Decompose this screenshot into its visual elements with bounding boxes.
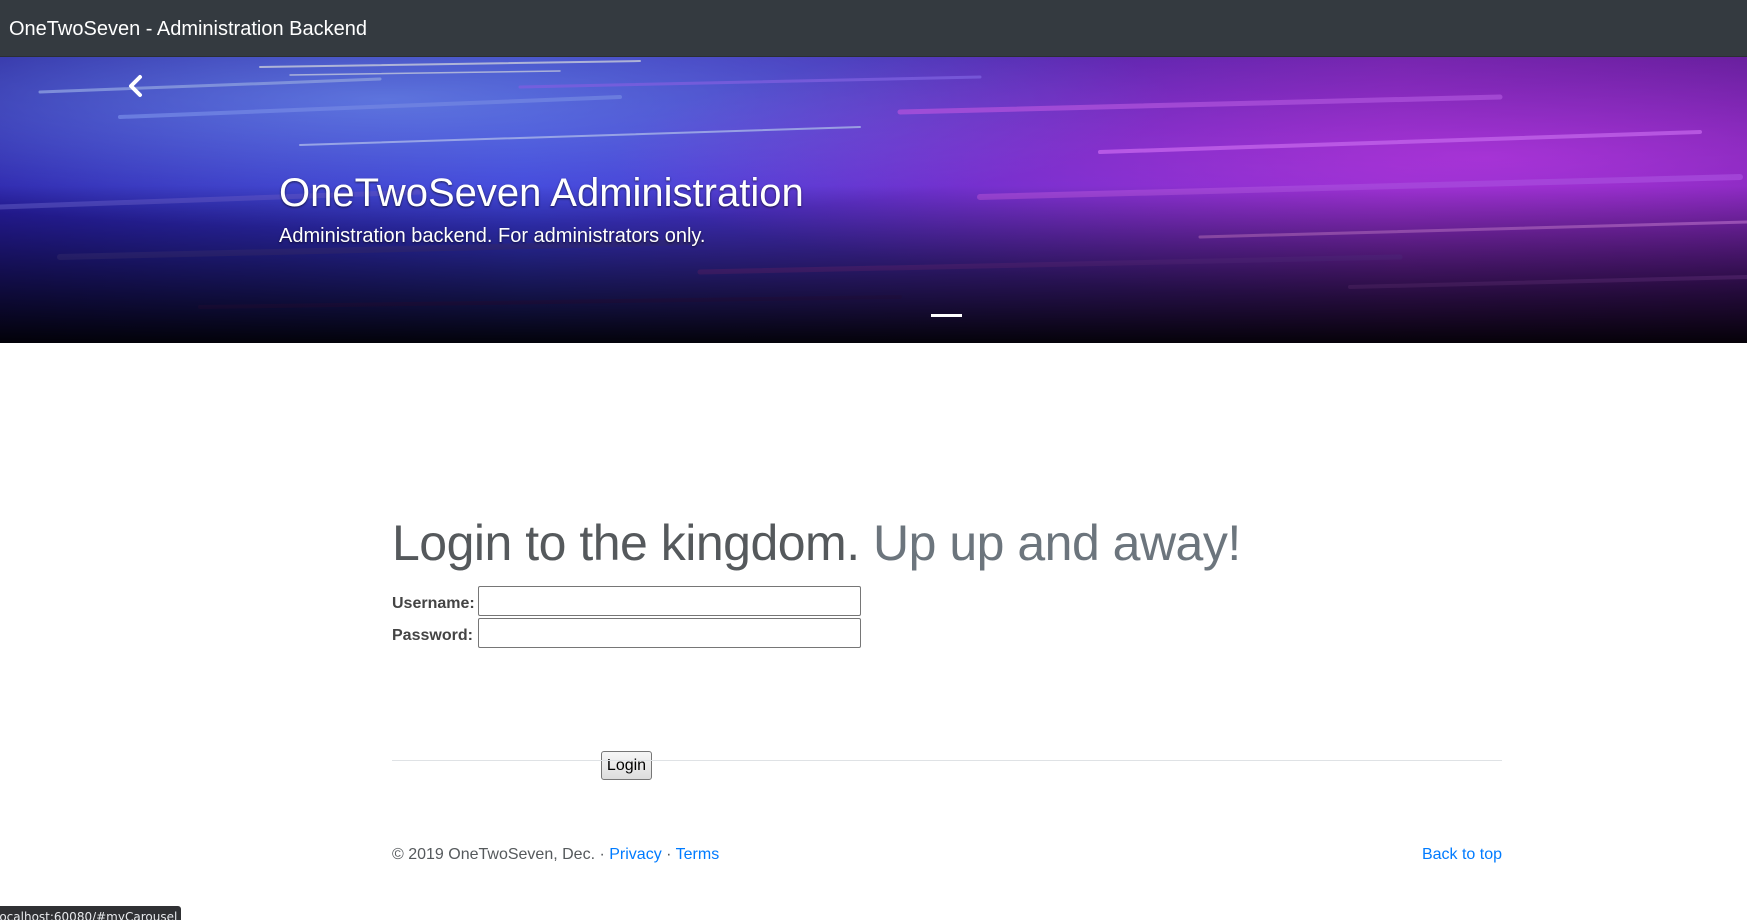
hero-caption: OneTwoSeven Administration Administratio… — [279, 169, 804, 249]
login-heading-text: Login to the kingdom. — [392, 515, 860, 571]
hero-title: OneTwoSeven Administration — [279, 171, 804, 215]
navbar-brand[interactable]: OneTwoSeven - Administration Backend — [9, 17, 367, 41]
page-footer: © 2019 OneTwoSeven, Dec. · Privacy · Ter… — [392, 845, 1502, 867]
username-label: Username: — [392, 595, 475, 612]
carousel-indicator-active[interactable] — [931, 314, 962, 317]
content-divider — [392, 760, 1502, 761]
status-url-text: localhost:60080/#myCarousel — [0, 910, 178, 920]
carousel-prev-button[interactable] — [122, 71, 150, 101]
hero-carousel: OneTwoSeven Administration Administratio… — [0, 57, 1747, 343]
username-input[interactable] — [478, 586, 861, 616]
login-form: Username: Password: — [392, 586, 892, 686]
password-input[interactable] — [478, 618, 861, 648]
login-heading: Login to the kingdom. Up up and away! — [392, 513, 1241, 573]
password-label: Password: — [392, 627, 473, 644]
terms-link[interactable]: Terms — [676, 846, 720, 863]
top-navbar: OneTwoSeven - Administration Backend — [0, 0, 1747, 57]
footer-left: © 2019 OneTwoSeven, Dec. · Privacy · Ter… — [392, 845, 719, 865]
footer-copyright: © 2019 OneTwoSeven, Dec. · — [392, 846, 605, 863]
hero-background-image — [0, 57, 1747, 343]
login-button[interactable]: Login — [601, 751, 652, 780]
chevron-left-icon — [129, 75, 142, 97]
back-to-top-link[interactable]: Back to top — [1422, 845, 1502, 865]
browser-status-url: localhost:60080/#myCarousel — [0, 906, 182, 920]
privacy-link[interactable]: Privacy — [609, 846, 661, 863]
hero-subtitle: Administration backend. For administrato… — [279, 225, 706, 247]
footer-separator: · — [666, 846, 672, 863]
login-heading-muted: Up up and away! — [873, 515, 1241, 571]
